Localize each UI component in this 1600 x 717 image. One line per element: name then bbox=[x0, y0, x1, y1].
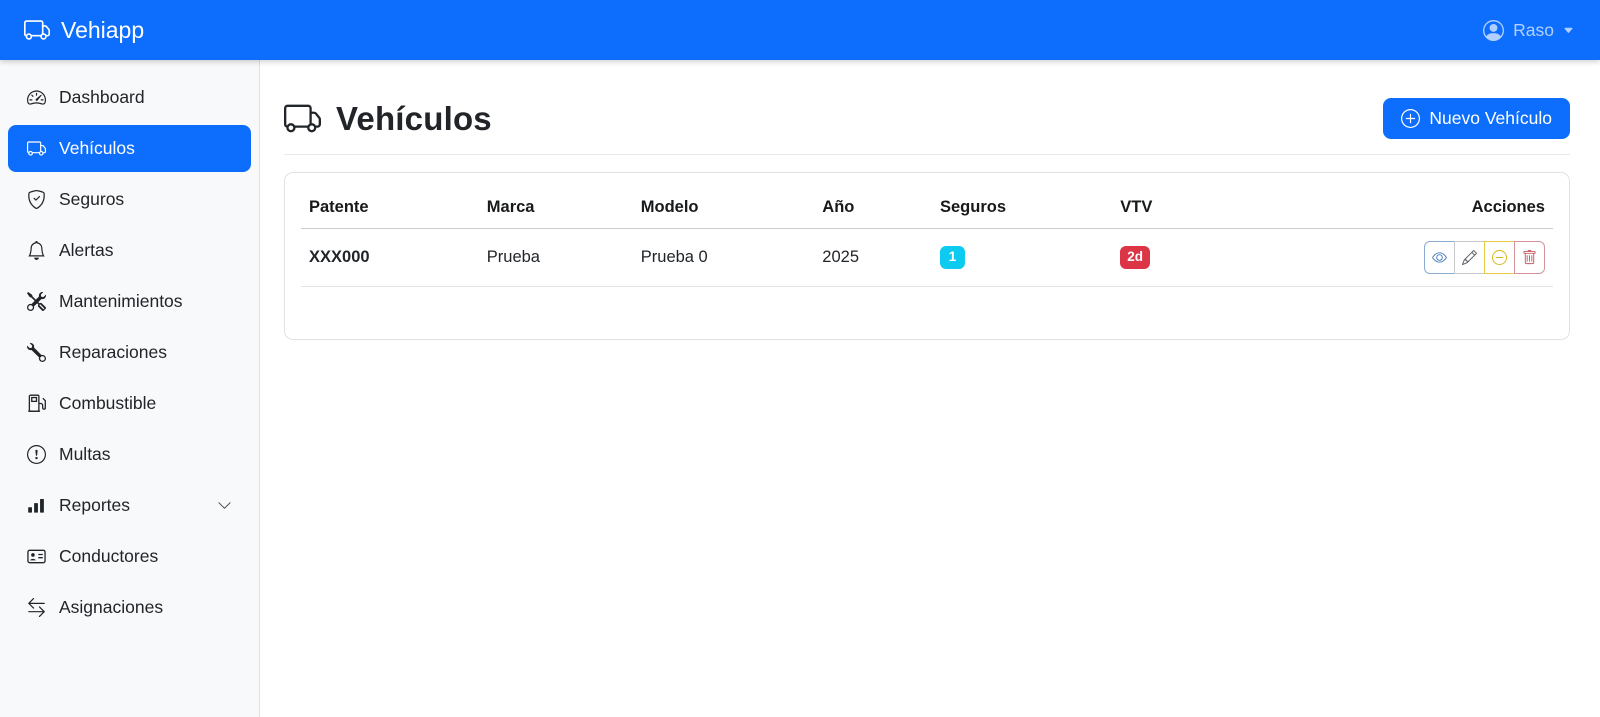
brand-name: Vehiapp bbox=[61, 17, 144, 44]
sidebar-item-vehiculos[interactable]: Vehículos bbox=[8, 125, 251, 172]
sidebar-item-label: Dashboard bbox=[59, 87, 145, 108]
brand[interactable]: Vehiapp bbox=[24, 17, 144, 44]
sidebar-item-label: Alertas bbox=[59, 240, 113, 261]
caret-down-icon bbox=[1563, 25, 1574, 36]
sidebar-item-multas[interactable]: Multas bbox=[8, 431, 251, 478]
sidebar-item-label: Vehículos bbox=[59, 138, 135, 159]
wrench-icon bbox=[27, 343, 46, 362]
sidebar-item-asignaciones[interactable]: Asignaciones bbox=[8, 584, 251, 631]
title-divider bbox=[284, 154, 1570, 155]
sidebar: Dashboard Vehículos Seguros Alertas Mant… bbox=[0, 60, 260, 717]
disable-button[interactable] bbox=[1484, 241, 1515, 274]
delete-button[interactable] bbox=[1514, 241, 1545, 274]
sidebar-item-reportes[interactable]: Reportes bbox=[8, 482, 251, 529]
bell-icon bbox=[27, 241, 46, 260]
sidebar-item-reparaciones[interactable]: Reparaciones bbox=[8, 329, 251, 376]
truck-icon bbox=[27, 139, 46, 158]
page-title: Vehículos bbox=[284, 100, 492, 138]
truck-icon bbox=[284, 100, 321, 137]
cell-marca: Prueba bbox=[479, 229, 633, 287]
vehicles-table: Patente Marca Modelo Año Seguros VTV Acc… bbox=[301, 187, 1553, 287]
sidebar-item-alertas[interactable]: Alertas bbox=[8, 227, 251, 274]
sidebar-item-conductores[interactable]: Conductores bbox=[8, 533, 251, 580]
swap-arrows-icon bbox=[27, 598, 46, 617]
header-vtv: VTV bbox=[1112, 187, 1315, 229]
fuel-pump-icon bbox=[27, 394, 46, 413]
sidebar-item-dashboard[interactable]: Dashboard bbox=[8, 74, 251, 121]
top-navbar: Vehiapp Raso bbox=[0, 0, 1600, 60]
header-acciones: Acciones bbox=[1315, 187, 1553, 229]
person-circle-icon bbox=[1483, 20, 1504, 41]
edit-button[interactable] bbox=[1454, 241, 1485, 274]
seguros-count-badge: 1 bbox=[940, 246, 965, 269]
tools-icon bbox=[27, 292, 46, 311]
row-actions bbox=[1424, 241, 1545, 274]
header-patente: Patente bbox=[301, 187, 479, 229]
cell-anio: 2025 bbox=[814, 229, 932, 287]
new-vehicle-button-label: Nuevo Vehículo bbox=[1429, 108, 1552, 129]
eye-icon bbox=[1432, 250, 1447, 265]
truck-icon bbox=[24, 17, 50, 43]
sidebar-item-label: Reparaciones bbox=[59, 342, 167, 363]
exclamation-circle-icon bbox=[27, 445, 46, 464]
sidebar-item-label: Conductores bbox=[59, 546, 158, 567]
cell-patente: XXX000 bbox=[301, 229, 479, 287]
user-dropdown[interactable]: Raso bbox=[1483, 20, 1574, 41]
table-row: XXX000 Prueba Prueba 0 2025 1 2d bbox=[301, 229, 1553, 287]
shield-check-icon bbox=[27, 190, 46, 209]
cell-modelo: Prueba 0 bbox=[633, 229, 815, 287]
sidebar-item-mantenimientos[interactable]: Mantenimientos bbox=[8, 278, 251, 325]
sidebar-item-label: Reportes bbox=[59, 495, 130, 516]
cell-seguros: 1 bbox=[932, 229, 1112, 287]
new-vehicle-button[interactable]: Nuevo Vehículo bbox=[1383, 98, 1570, 139]
header-seguros: Seguros bbox=[932, 187, 1112, 229]
header-modelo: Modelo bbox=[633, 187, 815, 229]
dash-circle-icon bbox=[1492, 250, 1507, 265]
header-anio: Año bbox=[814, 187, 932, 229]
header-marca: Marca bbox=[479, 187, 633, 229]
chevron-down-icon bbox=[217, 498, 232, 513]
page-title-text: Vehículos bbox=[336, 100, 492, 138]
sidebar-item-label: Multas bbox=[59, 444, 111, 465]
plus-circle-icon bbox=[1401, 109, 1420, 128]
speedometer-icon bbox=[27, 88, 46, 107]
trash-icon bbox=[1522, 250, 1537, 265]
sidebar-item-label: Combustible bbox=[59, 393, 156, 414]
user-name: Raso bbox=[1513, 20, 1554, 41]
vehicles-table-card: Patente Marca Modelo Año Seguros VTV Acc… bbox=[284, 172, 1570, 340]
sidebar-item-label: Seguros bbox=[59, 189, 124, 210]
view-button[interactable] bbox=[1424, 241, 1455, 274]
vtv-days-badge: 2d bbox=[1120, 246, 1150, 269]
bar-chart-icon bbox=[27, 496, 46, 515]
id-card-icon bbox=[27, 547, 46, 566]
cell-vtv: 2d bbox=[1112, 229, 1315, 287]
pencil-icon bbox=[1462, 250, 1477, 265]
cell-acciones bbox=[1315, 229, 1553, 287]
sidebar-item-label: Mantenimientos bbox=[59, 291, 183, 312]
sidebar-item-label: Asignaciones bbox=[59, 597, 163, 618]
sidebar-item-seguros[interactable]: Seguros bbox=[8, 176, 251, 223]
sidebar-item-combustible[interactable]: Combustible bbox=[8, 380, 251, 427]
main-content: Vehículos Nuevo Vehículo Patente Marca M… bbox=[260, 60, 1600, 717]
